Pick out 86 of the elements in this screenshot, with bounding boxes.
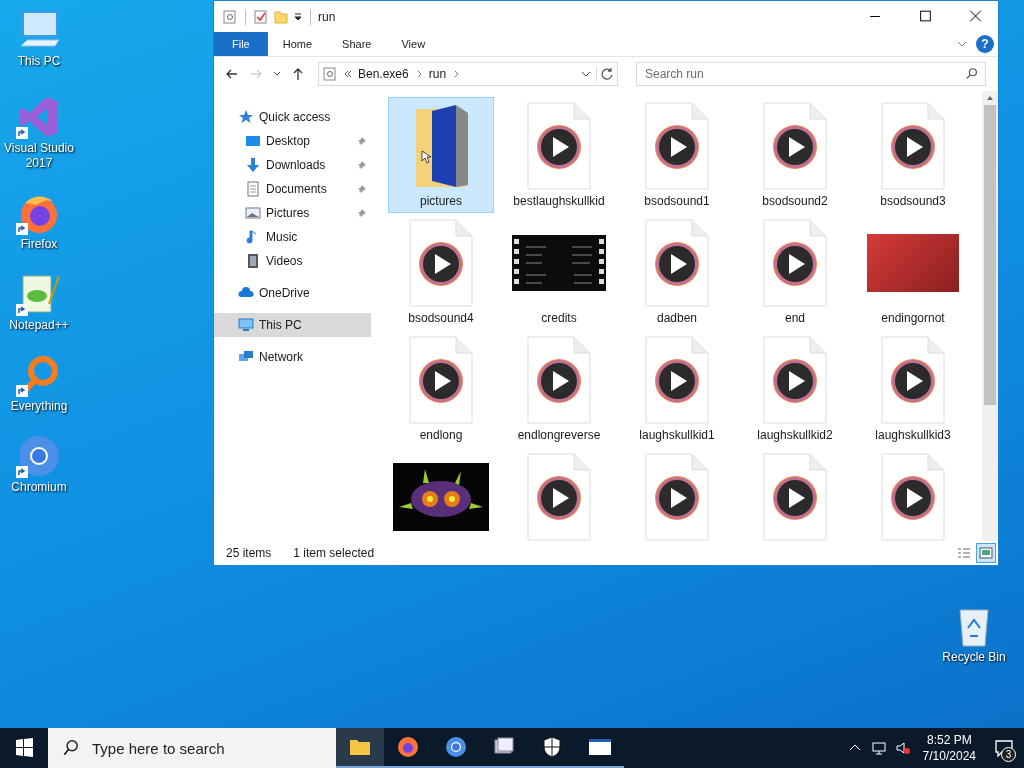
pin-icon[interactable]	[357, 184, 367, 194]
file-item[interactable]: endlong	[388, 331, 494, 447]
folder-taskbar-icon[interactable]	[336, 728, 384, 768]
file-name: credits	[541, 311, 577, 325]
nav-item[interactable]: Pictures	[214, 201, 371, 225]
file-name: laughskullkid2	[757, 428, 833, 442]
window-title: run	[318, 9, 336, 24]
monitor-icon	[238, 317, 254, 333]
nav-item[interactable]: Videos	[214, 249, 371, 273]
notification-count: 3	[1001, 747, 1016, 762]
file-name: endlongreverse	[517, 428, 601, 442]
dropdown-caret-icon[interactable]	[293, 11, 303, 22]
clock-time: 8:52 PM	[926, 732, 972, 748]
download-arrow-icon	[245, 157, 261, 173]
nav-item[interactable]: This PC	[214, 313, 371, 337]
ribbon-tab[interactable]: View	[386, 32, 441, 56]
address-bar[interactable]: Ben.exe6 run	[318, 62, 618, 86]
search-icon[interactable]	[965, 67, 979, 81]
taskbar-search-field[interactable]: Type here to search	[90, 727, 336, 768]
clock-date: 7/10/2024	[922, 748, 976, 764]
breadcrumb[interactable]: run	[428, 67, 447, 81]
nav-item[interactable]: Desktop	[214, 129, 371, 153]
file-name: bestlaughskullkid	[513, 194, 605, 208]
checkmark-page-icon[interactable]	[253, 8, 269, 25]
nav-item[interactable]: OneDrive	[214, 281, 371, 305]
desktop-icon-label[interactable]: Recycle Bin	[942, 650, 1006, 665]
star-icon	[238, 109, 254, 125]
file-item[interactable]: laughskullkid3	[860, 331, 966, 447]
file-item[interactable]: endingornot	[860, 214, 966, 330]
large-icons-view-button[interactable]	[976, 543, 996, 563]
file-name: bsodsound4	[408, 311, 474, 325]
refresh-icon[interactable]	[596, 66, 615, 82]
file-name: bsodsound3	[880, 194, 946, 208]
file-name: bsodsound1	[644, 194, 710, 208]
film-icon	[245, 253, 261, 269]
file-item[interactable]: pictures	[388, 97, 494, 213]
clock[interactable]: 8:52 PM 7/10/2024	[914, 732, 984, 764]
file-name: end	[785, 311, 805, 325]
file-item[interactable]: end	[742, 214, 848, 330]
document-icon	[245, 181, 261, 197]
network-icon[interactable]	[870, 740, 887, 756]
file-item[interactable]: bsodsound3	[860, 97, 966, 213]
file-name: endlong	[419, 428, 463, 442]
nav-item[interactable]: Downloads	[214, 153, 371, 177]
file-name: bsodsound2	[762, 194, 828, 208]
desktop-icon	[245, 133, 261, 149]
ribbon-tab[interactable]: File	[214, 32, 268, 56]
notification-icon[interactable]	[994, 738, 1014, 758]
file-item[interactable]: laughskullkid1	[624, 331, 730, 447]
file-item[interactable]: laughskullkid2	[742, 331, 848, 447]
file-item[interactable]: bsodsound2	[742, 97, 848, 213]
nav-item[interactable]: Music	[214, 225, 371, 249]
pin-icon[interactable]	[357, 136, 367, 146]
help-button[interactable]: ?	[976, 35, 994, 53]
list-icon	[957, 547, 971, 559]
file-name: endingornot	[881, 311, 945, 325]
speaker-muted-icon[interactable]	[894, 740, 911, 756]
item-count: 25 items	[226, 546, 272, 560]
nav-item[interactable]: Network	[214, 345, 371, 369]
file-name: pictures	[420, 194, 462, 208]
file-item[interactable]: dadben	[624, 214, 730, 330]
file-name: dadben	[656, 311, 697, 325]
file-name: laughskullkid1	[639, 428, 715, 442]
chevron-down-icon[interactable]	[581, 69, 591, 79]
nav-item[interactable]: Documents	[214, 177, 371, 201]
file-name: laughskullkid3	[875, 428, 951, 442]
double-chevron-icon[interactable]	[343, 69, 353, 79]
ribbon-tab[interactable]: Home	[267, 32, 328, 56]
file-item[interactable]: endlongreverse	[506, 331, 612, 447]
taskbar-search-box[interactable]: Type here to search	[48, 728, 336, 768]
file-item[interactable]: bsodsound4	[388, 214, 494, 330]
breadcrumb[interactable]: Ben.exe6	[358, 67, 409, 81]
nav-item[interactable]: Quick access	[214, 105, 371, 129]
thumbnail-icon	[979, 547, 993, 559]
pin-icon[interactable]	[357, 160, 367, 170]
file-item[interactable]: credits	[506, 214, 612, 330]
ribbon-tab[interactable]: Share	[327, 32, 387, 56]
selection-count: 1 item selected	[293, 546, 375, 560]
vertical-scrollbar[interactable]	[982, 91, 998, 541]
pin-icon[interactable]	[357, 208, 367, 218]
search-icon	[62, 739, 80, 757]
file-item[interactable]: bsodsound1	[624, 97, 730, 213]
properties-icon	[322, 66, 338, 82]
properties-icon[interactable]	[222, 8, 238, 25]
file-item[interactable]: bestlaughskullkid	[506, 97, 612, 213]
picture-icon	[245, 205, 261, 221]
